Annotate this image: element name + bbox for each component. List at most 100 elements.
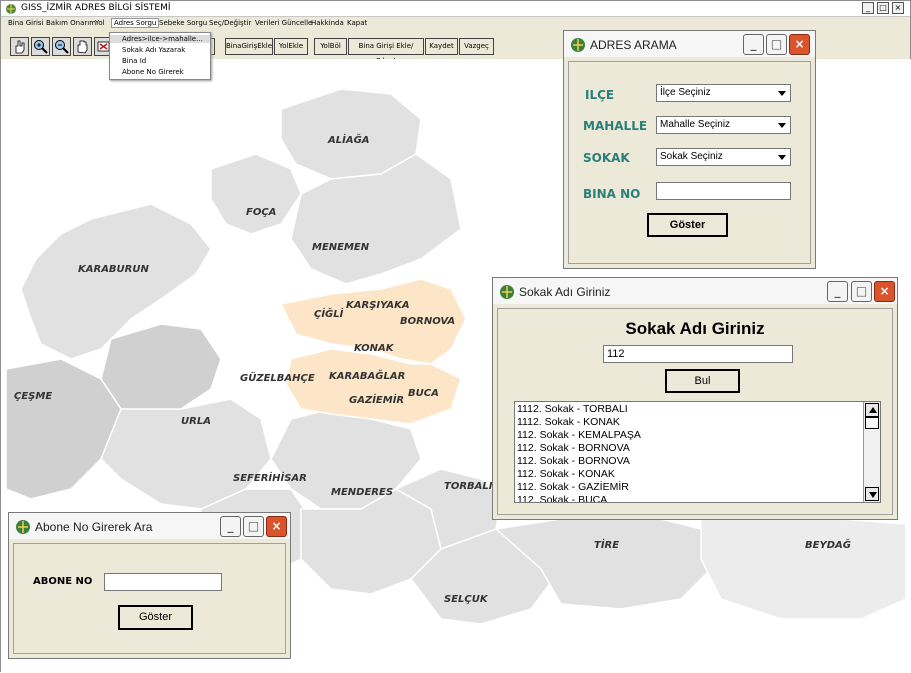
sokak-results-list[interactable]: 1112. Sokak - TORBALI 1112. Sokak - KONA… [514, 401, 881, 503]
minimize-icon: _ [866, 3, 870, 12]
close-icon: × [879, 284, 890, 298]
map-label-menderes: MENDERES [331, 487, 394, 498]
menu-verileri-guncelle[interactable]: Verileri Güncelle [255, 19, 312, 27]
ilce-select-value: İlçe Seçiniz [660, 87, 711, 98]
sokak-adi-close-button[interactable]: × [874, 281, 895, 302]
bina-girisi-ekle-cikart-button[interactable]: Bina Girişi Ekle/Çıkart [348, 38, 424, 65]
list-item[interactable]: 1112. Sokak - TORBALI [517, 403, 628, 416]
close-icon: × [271, 519, 282, 533]
vertical-scrollbar[interactable] [863, 402, 880, 502]
maximize-icon: □ [855, 284, 868, 298]
sokak-adi-input[interactable]: 112 [603, 345, 793, 363]
list-item[interactable]: 112. Sokak - BORNOVA [517, 455, 630, 468]
map-label-karaburun: KARABURUN [78, 264, 149, 275]
abone-no-titlebar: Abone No Girerek Ara _ □ × [9, 513, 290, 539]
bina-giris-ekle-button[interactable]: BinaGirişEkle [225, 38, 273, 55]
zoom-out-icon [55, 40, 69, 54]
abone-no-body: ABONE NO Göster [13, 543, 286, 654]
adres-arama-goster-button[interactable]: Göster [647, 213, 728, 237]
hand-select-button[interactable] [10, 37, 29, 56]
map-label-karsiyaka: KARŞIYAKA [346, 300, 410, 311]
sokak-adi-body: Sokak Adı Giriniz 112 Bul 1112. Sokak - … [497, 308, 893, 515]
region-beydag [700, 513, 907, 620]
abone-no-minimize-button[interactable]: _ [220, 516, 241, 537]
menu-bina-girisi[interactable]: Bina Girisi [8, 19, 43, 27]
window-title: GISS_İZMİR ADRES BİLGİ SİSTEMİ [21, 3, 171, 13]
maximize-icon: □ [879, 3, 887, 12]
sokak-select-value: Sokak Seçiniz [660, 151, 723, 162]
kaydet-button[interactable]: Kaydet [425, 38, 458, 55]
globe-icon [500, 285, 514, 299]
sokak-select[interactable]: Sokak Seçiniz [656, 148, 791, 166]
map-label-selcuk: SELÇUK [444, 594, 488, 605]
zoom-in-button[interactable] [31, 37, 50, 56]
close-icon: × [894, 3, 902, 12]
adres-arama-minimize-button[interactable]: _ [743, 34, 764, 55]
mahalle-select[interactable]: Mahalle Seçiniz [656, 116, 791, 134]
list-item[interactable]: 112. Sokak - GAZİEMİR [517, 481, 629, 494]
list-item[interactable]: 112. Sokak - BORNOVA [517, 442, 630, 455]
scroll-up-button[interactable] [865, 403, 879, 417]
list-item[interactable]: 112. Sokak - KONAK [517, 468, 615, 481]
list-item[interactable]: 112. Sokak - KEMALPAŞA [517, 429, 641, 442]
sokak-adi-minimize-button[interactable]: _ [827, 281, 848, 302]
abone-goster-button[interactable]: Göster [118, 605, 193, 630]
scroll-thumb[interactable] [865, 417, 879, 429]
adres-arama-close-button[interactable]: × [789, 34, 810, 55]
list-item[interactable]: 1112. Sokak - KONAK [517, 416, 620, 429]
list-item[interactable]: 112. Sokak - BUCA [517, 494, 607, 502]
pan-button[interactable] [73, 37, 92, 56]
map-label-guzelbahce: GÜZELBAHÇE [240, 373, 315, 384]
menu-hakkinda[interactable]: Hakkinda [311, 19, 344, 27]
sokak-adi-maximize-button[interactable]: □ [851, 281, 872, 302]
menu-adres-sorgu[interactable]: Adres Sorgu [111, 18, 160, 28]
adres-arama-maximize-button[interactable]: □ [766, 34, 787, 55]
globe-icon [571, 38, 585, 52]
map-label-karabaglar: KARABAĞLAR [329, 371, 406, 382]
chevron-down-icon [778, 155, 786, 160]
adres-arama-titlebar: ADRES ARAMA _ □ × [564, 31, 815, 57]
hand-icon [15, 40, 25, 54]
ilce-label: ILÇE [585, 88, 615, 102]
chevron-down-icon [778, 91, 786, 96]
minimize-icon: _ [750, 37, 757, 51]
scroll-down-button[interactable] [865, 487, 879, 501]
adres-arama-body: ILÇE İlçe Seçiniz MAHALLE Mahalle Seçini… [568, 61, 811, 264]
vazgec-button[interactable]: Vazgeç [459, 38, 494, 55]
menu-sec-degistir[interactable]: Seç/Değiştir [209, 19, 251, 27]
maximize-button[interactable]: □ [877, 2, 889, 14]
zoom-out-button[interactable] [52, 37, 71, 56]
maximize-icon: □ [770, 37, 783, 51]
yol-ekle-button[interactable]: YolEkle [274, 38, 308, 55]
yol-bol-button[interactable]: YolBöl [314, 38, 347, 55]
maximize-icon: □ [247, 519, 260, 533]
menu-bakim-onarim[interactable]: Bakım Onarım [46, 19, 96, 27]
menu-yol[interactable]: Yol [95, 19, 105, 27]
chevron-down-icon [869, 492, 877, 498]
map-label-cigli: ÇİĞLİ [314, 309, 344, 320]
bina-no-input[interactable] [656, 182, 791, 200]
sokak-adi-dialog: Sokak Adı Giriniz _ □ × Sokak Adı Girini… [492, 277, 898, 520]
bul-button[interactable]: Bul [665, 369, 740, 393]
dropdown-item-sokak-adi[interactable]: Sokak Adı Yazarak [122, 46, 185, 54]
map-label-konak: KONAK [354, 343, 394, 354]
ilce-select[interactable]: İlçe Seçiniz [656, 84, 791, 102]
dropdown-item-bina-id[interactable]: Bina Id [122, 57, 146, 65]
map-label-menemen: MENEMEN [312, 242, 370, 253]
dropdown-item-abone-no[interactable]: Abone No Girerek [122, 68, 184, 76]
dropdown-item-ilce-mahalle[interactable]: Adres>ilce->mahalle... [110, 35, 210, 43]
map-label-seferihisar: SEFERİHİSAR [233, 473, 307, 484]
close-button[interactable]: × [892, 2, 904, 14]
abone-no-input[interactable] [104, 573, 222, 591]
app-globe-icon [6, 4, 16, 14]
adres-arama-dialog: ADRES ARAMA _ □ × ILÇE İlçe Seçiniz MAHA… [563, 30, 816, 269]
menu-sebeke-sorgu[interactable]: Sebeke Sorgu [159, 19, 207, 27]
abone-no-maximize-button[interactable]: □ [243, 516, 264, 537]
zoom-in-icon [34, 40, 48, 54]
abone-no-close-button[interactable]: × [266, 516, 287, 537]
menu-kapat[interactable]: Kapat [347, 19, 367, 27]
map-label-buca: BUCA [408, 388, 439, 399]
map-label-beydag: BEYDAĞ [805, 540, 851, 551]
map-label-bornova: BORNOVA [400, 316, 456, 327]
minimize-button[interactable]: _ [862, 2, 874, 14]
